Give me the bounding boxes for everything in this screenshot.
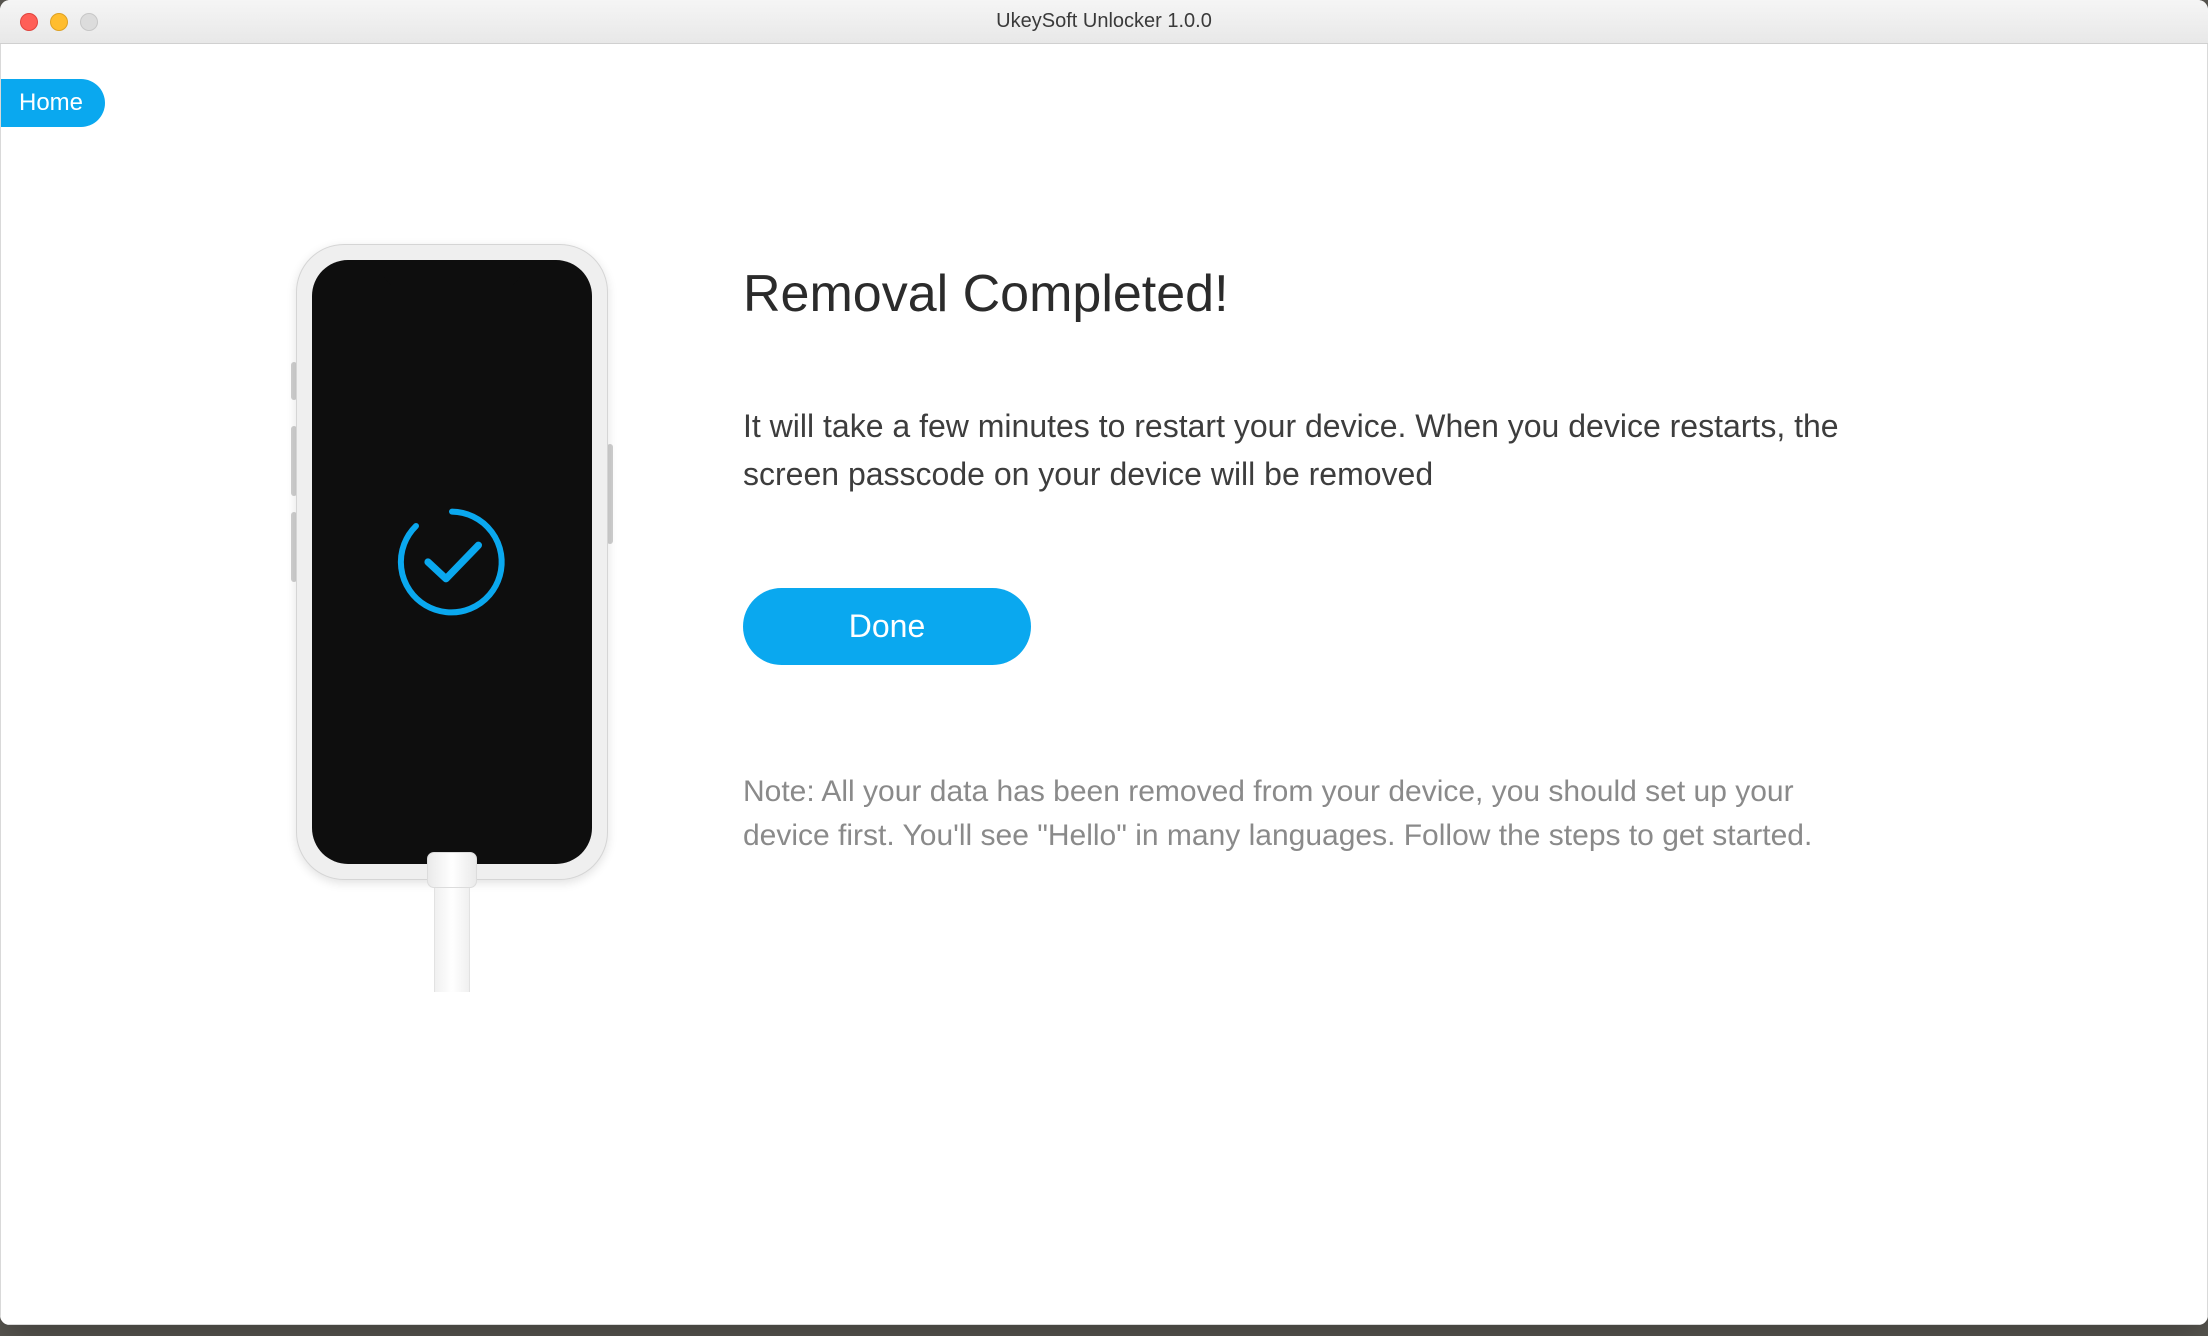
done-button[interactable]: Done [743,588,1031,665]
phone-screen [312,260,592,864]
home-button-label: Home [19,89,83,116]
phone-notch [383,260,521,288]
traffic-lights [0,13,98,31]
close-window-button[interactable] [20,13,38,31]
text-column: Removal Completed! It will take a few mi… [743,244,2207,992]
page-heading: Removal Completed! [743,264,2087,324]
device-illustration [296,244,608,992]
description-text: It will take a few minutes to restart yo… [743,402,1843,498]
phone-graphic [296,244,608,880]
maximize-window-button[interactable] [80,13,98,31]
usb-cable-graphic [434,872,470,992]
checkmark-circle-icon [392,502,512,622]
main-layout: Removal Completed! It will take a few mi… [1,44,2207,992]
done-button-label: Done [849,608,926,644]
minimize-window-button[interactable] [50,13,68,31]
app-window: UkeySoft Unlocker 1.0.0 Home [0,0,2208,1325]
titlebar[interactable]: UkeySoft Unlocker 1.0.0 [0,0,2208,44]
note-text: Note: All your data has been removed fro… [743,770,1873,857]
content-area: Home [0,44,2208,1325]
window-title: UkeySoft Unlocker 1.0.0 [996,10,1212,33]
home-button[interactable]: Home [1,79,105,127]
